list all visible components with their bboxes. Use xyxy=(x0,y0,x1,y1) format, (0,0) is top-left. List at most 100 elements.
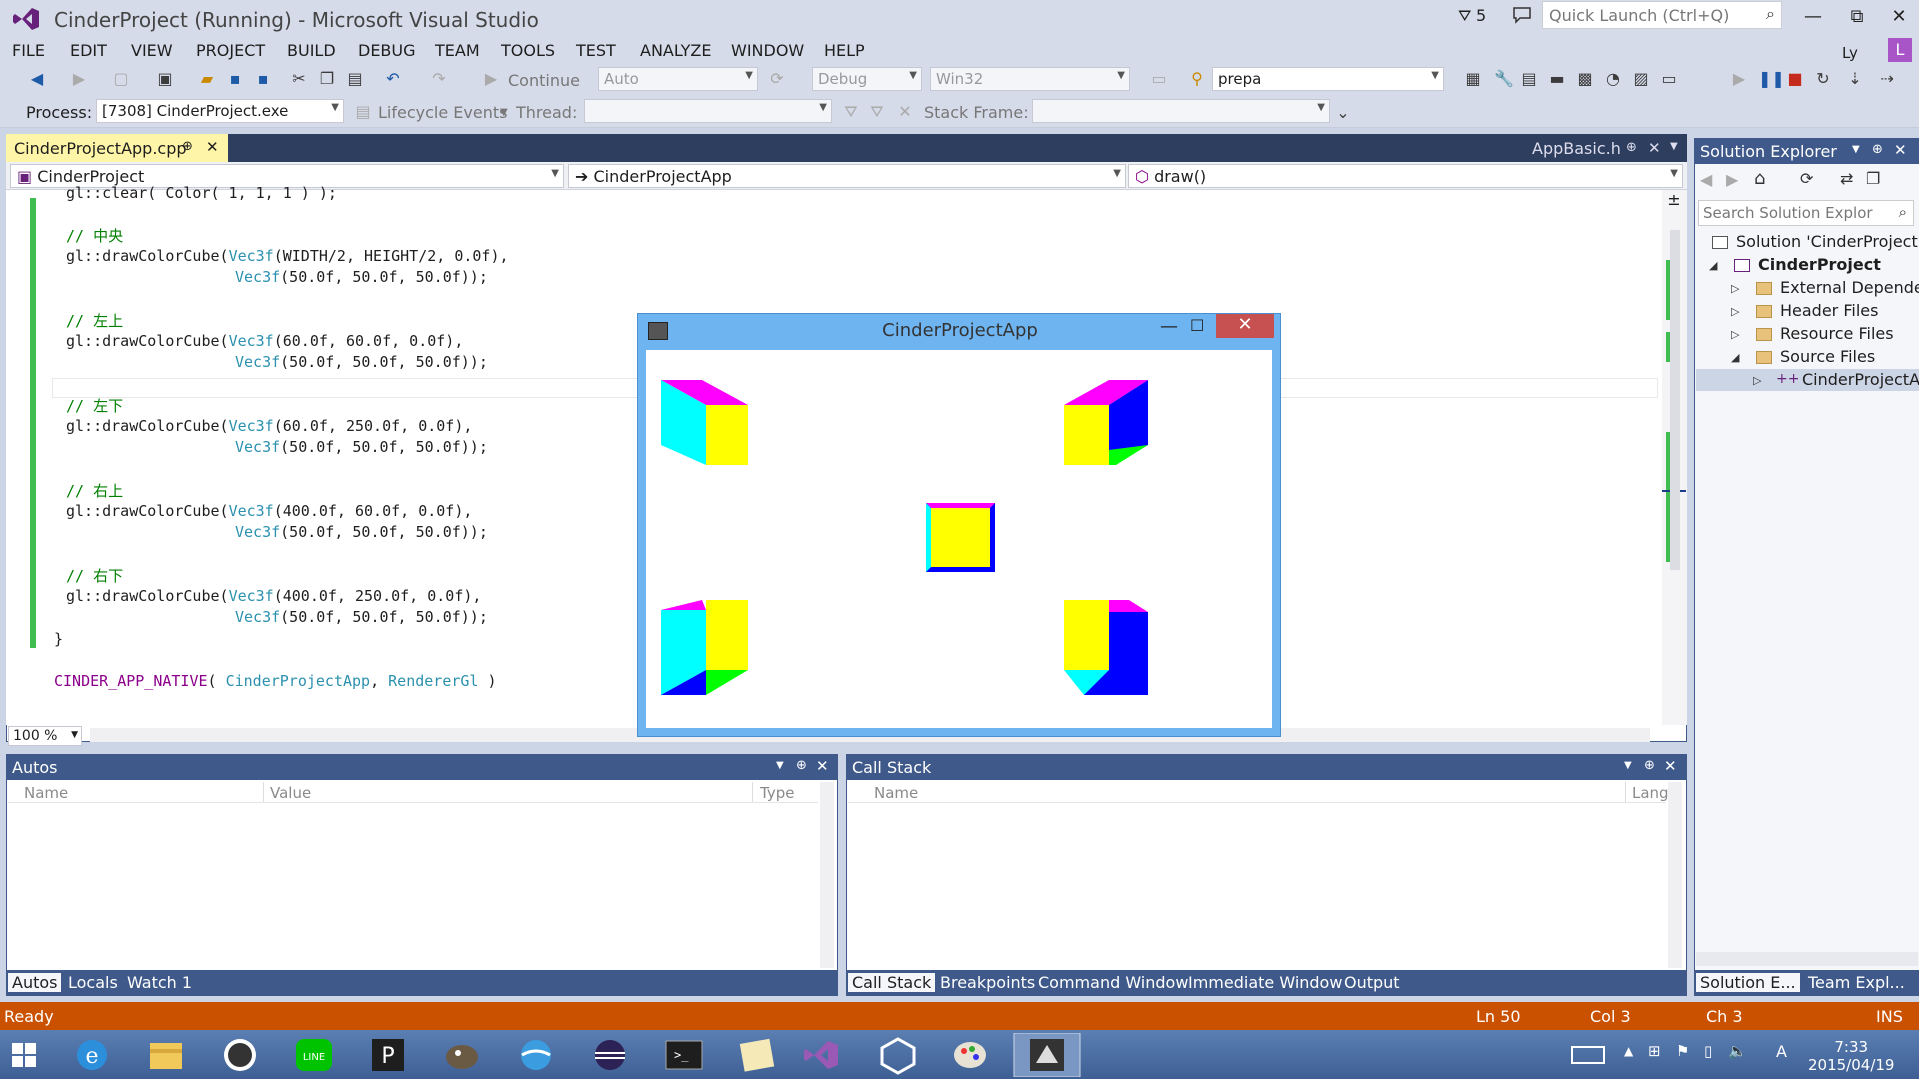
new-project-icon[interactable]: ▢ xyxy=(112,70,130,88)
column-name[interactable]: Name xyxy=(24,784,68,802)
visual-studio-taskbar-icon[interactable] xyxy=(792,1033,852,1077)
attach-icon[interactable]: ▭ xyxy=(1150,70,1168,88)
forward-icon[interactable]: ▶ xyxy=(70,70,88,88)
editor-vertical-scrollbar[interactable]: ± xyxy=(1662,190,1687,725)
save-icon[interactable]: ▪ xyxy=(226,70,244,88)
ime-icon[interactable]: A xyxy=(1776,1042,1787,1061)
close-icon[interactable]: ✕ xyxy=(816,757,829,775)
network-icon[interactable]: ⊞ xyxy=(1648,1042,1661,1060)
scroll-thumb[interactable] xyxy=(1670,230,1680,570)
restart-debug-icon[interactable]: ↻ xyxy=(1814,70,1832,88)
redo-icon[interactable]: ↷ xyxy=(430,70,448,88)
restart-icon[interactable]: ⟳ xyxy=(768,70,786,88)
tab-output[interactable]: Output xyxy=(1344,973,1400,992)
tree-item-external-dependencies[interactable]: External Depende xyxy=(1780,278,1919,297)
collapsed-triangle-icon[interactable]: ▷ xyxy=(1753,374,1761,387)
keyboard-icon[interactable] xyxy=(1568,1033,1608,1077)
menu-test[interactable]: TEST xyxy=(576,41,616,60)
menu-file[interactable]: FILE xyxy=(12,41,45,60)
menu-help[interactable]: HELP xyxy=(824,41,865,60)
find-combo[interactable]: prepa ▼ xyxy=(1212,67,1444,91)
app-close-button[interactable]: ✕ xyxy=(1216,314,1274,338)
eclipse-icon[interactable] xyxy=(580,1033,640,1077)
process-combo[interactable]: [7308] CinderProject.exe ▼ xyxy=(96,99,344,123)
tab-team-explorer[interactable]: Team Expl... xyxy=(1808,973,1905,992)
solution-config-combo[interactable]: Auto ▼ xyxy=(598,67,758,91)
minimize-button[interactable]: — xyxy=(1798,6,1828,32)
back-icon[interactable]: ◀ xyxy=(28,70,46,88)
sync-icon[interactable]: ⟳ xyxy=(1800,169,1813,188)
refresh-icon[interactable]: ⇄ xyxy=(1840,169,1853,188)
undo-icon[interactable]: ↶ xyxy=(384,70,402,88)
menu-analyze[interactable]: ANALYZE xyxy=(640,41,712,60)
class-combo[interactable]: ➔ CinderProjectApp ▼ xyxy=(568,164,1126,188)
expanded-triangle-icon[interactable]: ◢ xyxy=(1709,259,1717,272)
tab-appbasic-h[interactable]: AppBasic.h xyxy=(1532,139,1621,158)
restore-button[interactable]: ⧉ xyxy=(1842,6,1872,32)
column-type[interactable]: Type xyxy=(760,784,794,802)
quick-launch-input[interactable]: Quick Launch (Ctrl+Q) ⌕ xyxy=(1542,1,1782,29)
browser-app-icon[interactable] xyxy=(506,1033,566,1077)
find-icon[interactable]: ⚲ xyxy=(1188,70,1206,88)
tool-7-icon[interactable]: ▨ xyxy=(1632,70,1650,88)
tree-item-source-files[interactable]: Source Files xyxy=(1780,347,1875,366)
show-threads-icon[interactable]: ✕ xyxy=(896,103,914,121)
tab-command-window[interactable]: Command Window xyxy=(1038,973,1188,992)
solution-search-input[interactable]: Search Solution Explor ⌕ xyxy=(1698,200,1914,226)
github-icon[interactable] xyxy=(210,1033,270,1077)
collapsed-triangle-icon[interactable]: ▷ xyxy=(1731,282,1739,295)
close-icon[interactable]: ✕ xyxy=(206,138,219,156)
column-value[interactable]: Value xyxy=(270,784,311,802)
column-language[interactable]: Lang xyxy=(1632,784,1669,802)
gimp-icon[interactable] xyxy=(432,1033,492,1077)
chevron-down-icon[interactable]: ▼ xyxy=(1624,760,1632,771)
tab-call-stack[interactable]: Call Stack xyxy=(848,973,936,992)
pause-icon[interactable]: ❚❚ xyxy=(1758,70,1785,88)
paint-icon[interactable] xyxy=(940,1033,1000,1077)
wrench-icon[interactable]: 🔧 xyxy=(1494,70,1514,88)
autos-vertical-scrollbar[interactable] xyxy=(820,782,834,968)
new-item-icon[interactable]: ▣ xyxy=(156,70,174,88)
tab-immediate-window[interactable]: Immediate Window xyxy=(1188,973,1342,992)
file-explorer-icon[interactable] xyxy=(136,1033,196,1077)
lifecycle-events-button[interactable]: Lifecycle Events xyxy=(378,103,507,122)
app-maximize-button[interactable]: ☐ xyxy=(1190,316,1204,335)
pin-icon[interactable]: ⊕ xyxy=(182,139,193,154)
show-hidden-icons-icon[interactable]: ▲ xyxy=(1624,1044,1633,1058)
tool-8-icon[interactable]: ▭ xyxy=(1660,70,1678,88)
menu-project[interactable]: PROJECT xyxy=(196,41,265,60)
volume-icon[interactable]: 🔈 xyxy=(1728,1042,1747,1060)
tool-6-icon[interactable]: ◔ xyxy=(1604,70,1622,88)
tool-5-icon[interactable]: ▩ xyxy=(1576,70,1594,88)
tree-item-resource-files[interactable]: Resource Files xyxy=(1780,324,1894,343)
pin-icon[interactable]: ⊕ xyxy=(1644,758,1655,773)
pin-icon[interactable]: ⊕ xyxy=(1872,142,1883,157)
play-icon[interactable]: ▶ xyxy=(1730,70,1748,88)
start-button-icon[interactable] xyxy=(4,1033,44,1077)
tree-item-header-files[interactable]: Header Files xyxy=(1780,301,1878,320)
user-name[interactable]: Ly xyxy=(1842,44,1858,62)
menu-team[interactable]: TEAM xyxy=(435,41,480,60)
pin-icon[interactable]: ⊕ xyxy=(1626,140,1637,155)
processing-icon[interactable]: P xyxy=(358,1033,418,1077)
continue-button[interactable]: Continue xyxy=(508,71,580,90)
close-icon[interactable]: ✕ xyxy=(1648,139,1661,157)
continue-icon[interactable]: ▶ xyxy=(482,70,500,88)
taskbar-clock[interactable]: 7:33 2015/04/19 xyxy=(1808,1038,1894,1074)
tree-item-project[interactable]: CinderProject xyxy=(1758,255,1881,274)
menu-edit[interactable]: EDIT xyxy=(70,41,107,60)
app-render-canvas[interactable] xyxy=(646,350,1272,728)
tab-locals[interactable]: Locals xyxy=(68,973,118,992)
copy-icon[interactable]: ❐ xyxy=(318,70,336,88)
zoom-combo[interactable]: 100 % ▼ xyxy=(8,726,82,746)
tab-breakpoints[interactable]: Breakpoints xyxy=(940,973,1035,992)
home-icon[interactable]: ⌂ xyxy=(1754,168,1765,189)
forward-icon[interactable]: ▶ xyxy=(1726,170,1738,189)
pin-icon[interactable]: ⊕ xyxy=(796,758,807,773)
expanded-triangle-icon[interactable]: ◢ xyxy=(1731,351,1739,364)
tool-4-icon[interactable]: ▬ xyxy=(1548,70,1566,88)
collapsed-triangle-icon[interactable]: ▷ xyxy=(1731,328,1739,341)
chevron-down-icon[interactable]: ▼ xyxy=(776,760,784,771)
notes-icon[interactable] xyxy=(728,1033,788,1077)
open-file-icon[interactable]: ▰ xyxy=(198,70,216,88)
